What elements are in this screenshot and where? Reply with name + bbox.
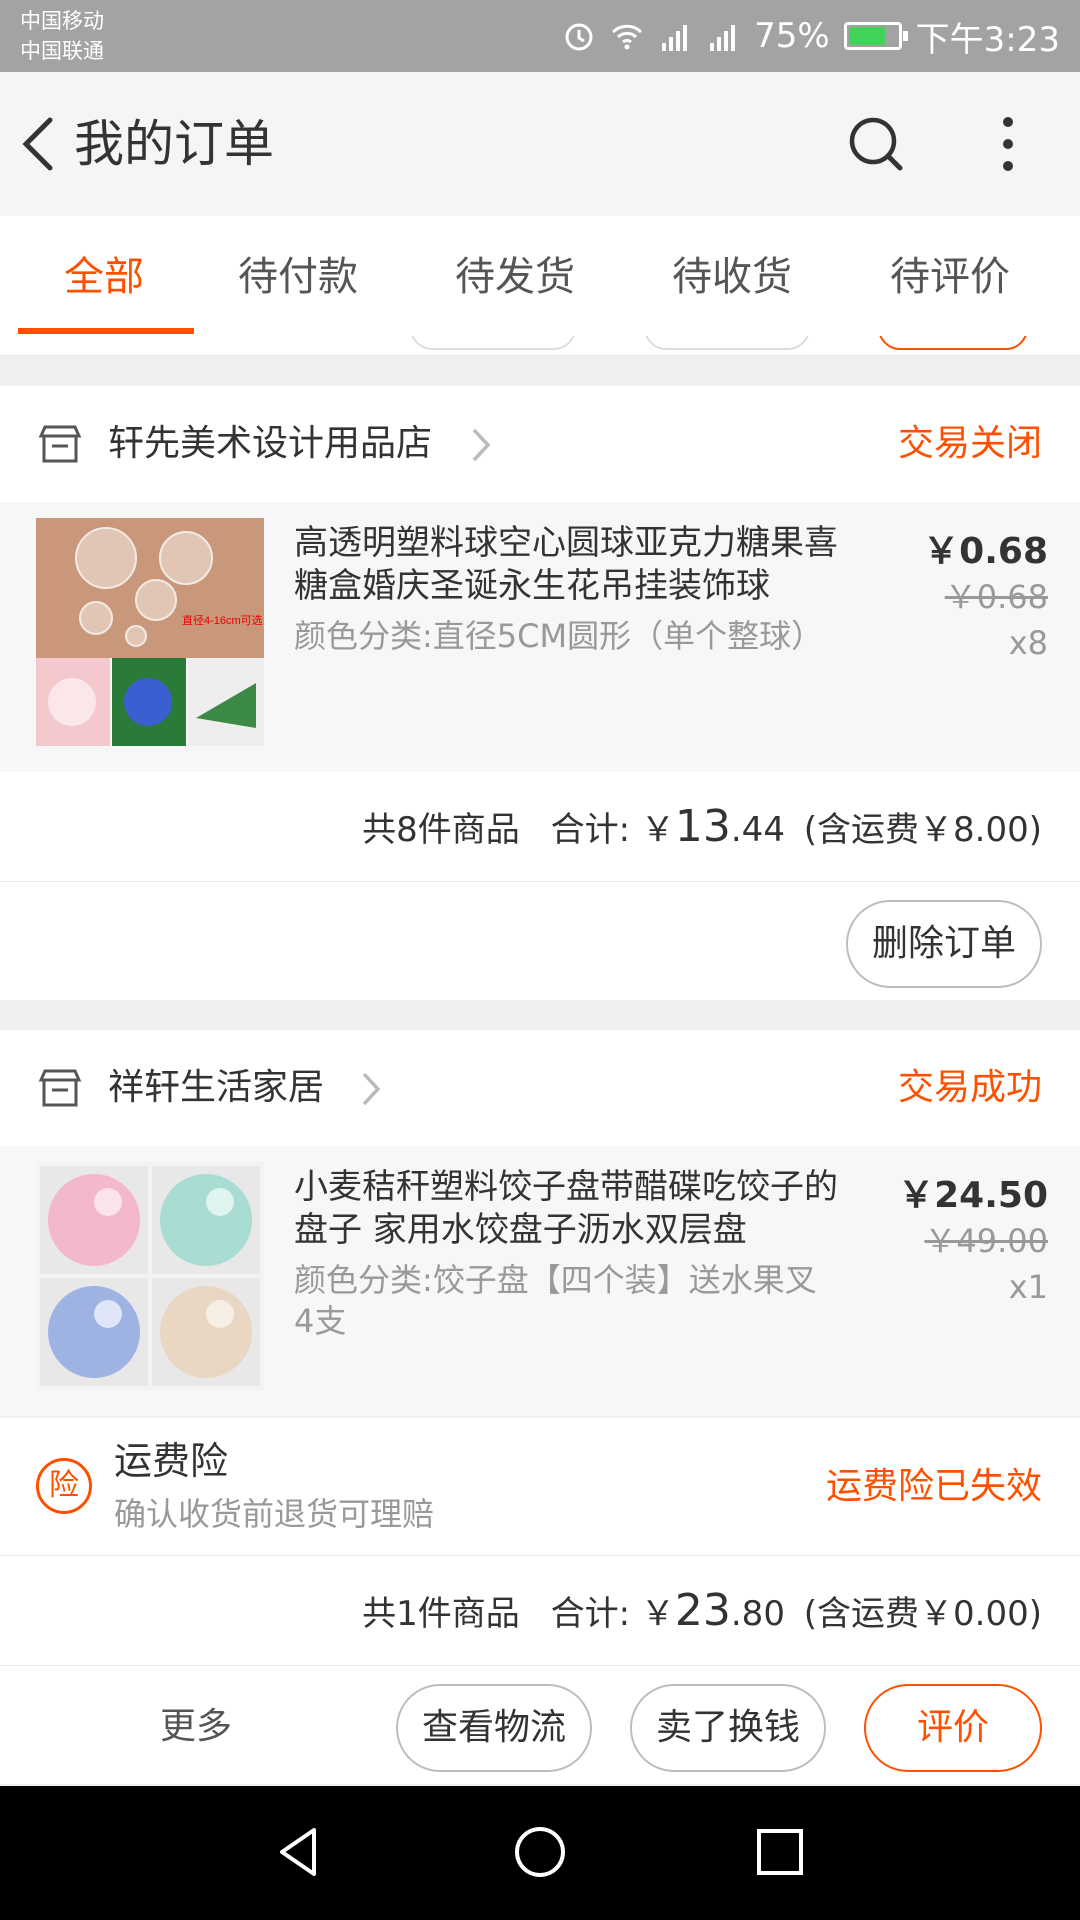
order-summary: 共1件商品 合计: ￥23.80 (含运费￥0.00) [0, 1556, 1080, 1666]
tab-pending-review[interactable]: 待评价 [890, 252, 1010, 302]
nav-recents-icon[interactable] [750, 1822, 810, 1882]
alarm-icon [565, 23, 593, 51]
active-tab-indicator [18, 328, 194, 334]
total-decimal: .44 [730, 810, 785, 850]
more-actions-link[interactable]: 更多 [160, 1702, 232, 1752]
chevron-right-icon [472, 428, 491, 462]
view-logistics-button[interactable]: 查看物流 [396, 1684, 592, 1772]
store-icon [38, 425, 82, 463]
tab-pending-shipment[interactable]: 待发货 [455, 252, 575, 302]
order-item[interactable]: 小麦秸秆塑料饺子盘带醋碟吃饺子的盘子 家用水饺盘子沥水双层盘 颜色分类:饺子盘【… [0, 1146, 1080, 1416]
insurance-status: 运费险已失效 [825, 1466, 1042, 1507]
tab-pending-receipt[interactable]: 待收货 [672, 252, 792, 302]
order-actions: 更多 查看物流 卖了换钱 评价 [0, 1666, 1080, 1784]
order-actions: 删除订单 [0, 882, 1080, 1000]
product-quantity: x8 [1008, 624, 1048, 662]
tab-pending-payment[interactable]: 待付款 [238, 252, 358, 302]
total-integer: 13 [674, 801, 731, 852]
chevron-right-icon [362, 1072, 381, 1106]
nav-back-icon[interactable] [270, 1822, 330, 1882]
page-title: 我的订单 [74, 115, 274, 173]
signal-2g-icon [662, 25, 688, 51]
shipping-fee: (含运费￥8.00) [803, 810, 1042, 850]
delete-order-button[interactable]: 删除订单 [846, 900, 1042, 988]
store-icon [38, 1069, 82, 1107]
clock: 下午3:23 [915, 19, 1060, 60]
search-icon[interactable] [846, 114, 906, 174]
carrier-info: 中国移动 中国联通 [20, 6, 104, 66]
product-title[interactable]: 高透明塑料球空心圆球亚克力糖果喜糖盒婚庆圣诞永生花吊挂装饰球 [294, 522, 854, 608]
status-bar: 中国移动 中国联通 75% 下午3:23 [0, 0, 1080, 72]
battery-icon [843, 22, 908, 50]
system-nav-bar [0, 1786, 1080, 1920]
hidden-button-edge [410, 336, 576, 350]
thumbnail-caption: 直径4-16cm可选 镂 挂 包 球 满38元包邮 [182, 613, 264, 627]
product-thumbnail[interactable]: 直径4-16cm可选 镂 挂 包 球 满38元包邮 [36, 518, 264, 746]
shop-header[interactable]: 祥轩生活家居 交易成功 [0, 1030, 1080, 1146]
insurance-title: 运费险 [114, 1439, 229, 1483]
product-spec: 颜色分类:直径5CM圆形（单个整球） [294, 617, 824, 655]
nav-home-icon[interactable] [510, 1822, 570, 1882]
back-arrow-icon[interactable] [14, 112, 64, 176]
shop-header[interactable]: 轩先美术设计用品店 交易关闭 [0, 386, 1080, 502]
product-price: ￥0.68 [923, 531, 1048, 572]
scrolled-content-peek [0, 336, 1080, 356]
order-status: 交易成功 [897, 1067, 1042, 1108]
total-integer: 23 [674, 1585, 731, 1636]
original-price: ￥0.68 [944, 578, 1048, 616]
item-count: 共1件商品 [362, 1594, 520, 1634]
total-label: 合计: ￥ [550, 1594, 675, 1634]
hidden-button-edge [878, 336, 1028, 350]
insurance-subtitle: 确认收货前退货可理赔 [114, 1495, 435, 1533]
app-header: 我的订单 [0, 72, 1080, 216]
status-icons: 75% 下午3:23 [562, 14, 1060, 60]
more-vertical-icon[interactable] [990, 112, 1026, 176]
product-quantity: x1 [1008, 1268, 1048, 1306]
product-spec: 颜色分类:饺子盘【四个装】送水果叉4支 [294, 1261, 817, 1340]
item-count: 共8件商品 [362, 810, 520, 850]
product-image-plates [36, 1162, 264, 1390]
product-price: ￥24.50 [898, 1175, 1048, 1216]
shop-name[interactable]: 祥轩生活家居 [108, 1064, 324, 1112]
carrier-primary: 中国移动 [20, 9, 104, 33]
battery-percent: 75% [754, 16, 830, 56]
product-image-balls: 直径4-16cm可选 镂 挂 包 球 满38元包邮 [36, 518, 264, 746]
total-decimal: .80 [730, 1594, 785, 1634]
carrier-secondary: 中国联通 [20, 39, 104, 63]
original-price: ￥49.00 [924, 1222, 1048, 1260]
tab-all[interactable]: 全部 [64, 252, 144, 302]
order-summary: 共8件商品 合计: ￥13.44 (含运费￥8.00) [0, 772, 1080, 882]
shipping-fee: (含运费￥0.00) [803, 1594, 1042, 1634]
order-tabs: 全部 待付款 待发货 待收货 待评价 [0, 216, 1080, 336]
product-thumbnail[interactable] [36, 1162, 264, 1390]
hidden-button-edge [644, 336, 810, 350]
signal-4g-icon [710, 25, 736, 51]
product-title[interactable]: 小麦秸秆塑料饺子盘带醋碟吃饺子的盘子 家用水饺盘子沥水双层盘 [294, 1166, 854, 1252]
shop-name[interactable]: 轩先美术设计用品店 [108, 420, 432, 468]
order-total: 共8件商品 合计: ￥13.44 (含运费￥8.00) [362, 802, 1042, 855]
order-status: 交易关闭 [897, 423, 1042, 464]
wifi-icon [612, 24, 643, 50]
insurance-badge-icon: 险 [36, 1458, 92, 1514]
order-item[interactable]: 直径4-16cm可选 镂 挂 包 球 满38元包邮 高透明塑料球空心圆球亚克力糖… [0, 502, 1080, 772]
resell-button[interactable]: 卖了换钱 [630, 1684, 826, 1772]
review-button[interactable]: 评价 [864, 1684, 1042, 1772]
total-label: 合计: ￥ [550, 810, 675, 850]
order-total: 共1件商品 合计: ￥23.80 (含运费￥0.00) [362, 1586, 1042, 1639]
shipping-insurance[interactable]: 险 运费险 确认收货前退货可理赔 运费险已失效 [0, 1418, 1080, 1556]
